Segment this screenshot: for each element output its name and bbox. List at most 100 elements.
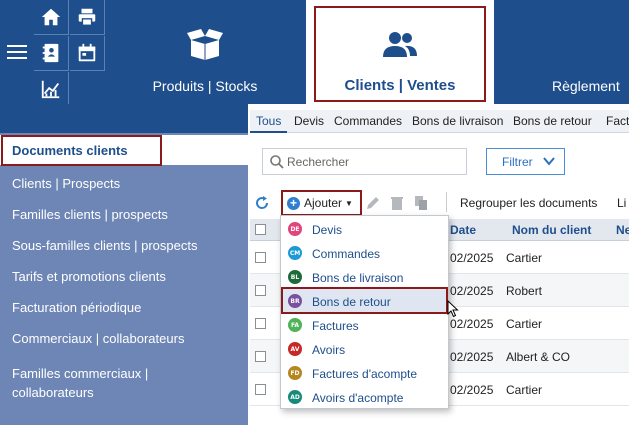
menu-item-label: Avoirs d'acompte <box>312 391 404 405</box>
bons-retour-badge-icon: BR <box>288 294 302 308</box>
row-date: 02/2025 <box>450 251 494 265</box>
menu-item-label: Commandes <box>312 247 381 261</box>
top-bar: Produits | Stocks Clients | Ventes Règle… <box>0 0 629 107</box>
active-tab-indicator <box>250 131 287 133</box>
add-button[interactable]: + Ajouter ▼ <box>287 193 353 213</box>
tab-tous[interactable]: Tous <box>256 114 281 128</box>
sidebar-item-familles-commerciaux[interactable]: Familles commerciaux | <box>12 366 148 381</box>
refresh-icon[interactable] <box>254 195 270 211</box>
sidebar-item-documents-clients-label: Documents clients <box>12 143 128 158</box>
users-icon <box>383 32 417 57</box>
toolbar-more-button[interactable]: Li <box>617 196 626 210</box>
search-input[interactable] <box>287 152 463 172</box>
row-date: 02/2025 <box>450 383 494 397</box>
sidebar-item-tarifs[interactable]: Tarifs et promotions clients <box>12 269 166 284</box>
calendar-icon <box>78 43 96 62</box>
filter-label: Filtrer <box>502 155 533 169</box>
row-checkbox[interactable] <box>255 285 266 296</box>
row-client: Robert <box>506 284 543 298</box>
row-client: Albert & CO <box>506 350 571 364</box>
factures-badge-icon: FA <box>288 318 302 332</box>
menu-item-commandes[interactable]: CM Commandes <box>281 241 448 265</box>
contacts-button[interactable] <box>34 36 69 71</box>
hamburger-icon <box>6 45 27 59</box>
edit-icon[interactable] <box>365 195 381 211</box>
column-date[interactable]: Date <box>450 223 476 237</box>
devis-badge-icon: DE <box>288 222 302 236</box>
statistics-button[interactable] <box>34 72 69 107</box>
sidebar-item-familles-clients[interactable]: Familles clients | prospects <box>12 207 168 222</box>
calendar-button[interactable] <box>70 36 105 71</box>
home-button[interactable] <box>34 0 69 35</box>
tab-commandes[interactable]: Commandes <box>334 114 402 128</box>
delete-icon[interactable] <box>389 195 405 211</box>
home-icon <box>41 8 61 26</box>
search-icon <box>270 155 284 169</box>
column-next[interactable]: Ne <box>616 223 629 237</box>
module-produits-label: Produits | Stocks <box>152 78 258 94</box>
factures-acompte-badge-icon: FD <box>288 366 302 380</box>
menu-item-bons-de-retour[interactable]: BR Bons de retour <box>281 289 448 313</box>
print-button[interactable] <box>70 0 105 35</box>
menu-item-avoirs[interactable]: AV Avoirs <box>281 337 448 361</box>
select-all-checkbox[interactable] <box>255 224 266 235</box>
chevron-down-icon <box>543 157 555 166</box>
chart-icon <box>41 80 60 99</box>
document-tabs: Tous Devis Commandes Bons de livraison B… <box>250 110 629 133</box>
menu-item-devis[interactable]: DE Devis <box>281 217 448 241</box>
quick-access-grid <box>34 0 106 107</box>
menu-item-avoirs-acompte[interactable]: AD Avoirs d'acompte <box>281 385 448 409</box>
menu-item-label: Factures d'acompte <box>312 367 418 381</box>
printer-icon <box>78 8 96 26</box>
box-icon <box>187 29 223 60</box>
duplicate-icon[interactable] <box>413 195 429 211</box>
row-client: Cartier <box>506 251 543 265</box>
regroup-documents-button[interactable]: Regrouper les documents <box>460 196 597 210</box>
module-reglement[interactable]: Règlement <box>552 0 629 104</box>
row-checkbox[interactable] <box>255 351 266 362</box>
search-box[interactable] <box>262 148 467 175</box>
add-dropdown-menu: DE Devis CM Commandes BL Bons de livrais… <box>280 215 449 409</box>
menu-item-factures-acompte[interactable]: FD Factures d'acompte <box>281 361 448 385</box>
tab-bons-de-retour[interactable]: Bons de retour <box>513 114 592 128</box>
menu-button[interactable] <box>0 0 33 104</box>
add-button-label: Ajouter <box>304 196 343 210</box>
module-reglement-label: Règlement <box>552 78 620 94</box>
menu-item-bons-de-livraison[interactable]: BL Bons de livraison <box>281 265 448 289</box>
sidebar-item-facturation-periodique[interactable]: Facturation périodique <box>12 300 141 315</box>
sidebar-item-clients-prospects[interactable]: Clients | Prospects <box>12 176 120 191</box>
tab-devis[interactable]: Devis <box>294 114 324 128</box>
mouse-cursor-icon <box>447 300 459 318</box>
caret-down-icon: ▼ <box>345 198 353 208</box>
menu-item-label: Avoirs <box>312 343 346 357</box>
column-nom-client[interactable]: Nom du client <box>512 223 591 237</box>
menu-item-label: Bons de livraison <box>312 271 404 285</box>
menu-item-label: Bons de retour <box>312 295 391 309</box>
bons-livraison-badge-icon: BL <box>288 270 302 284</box>
row-date: 02/2025 <box>450 317 494 331</box>
module-clients-label: Clients | Ventes <box>344 77 456 94</box>
row-client: Cartier <box>506 317 543 331</box>
row-checkbox[interactable] <box>255 384 266 395</box>
row-checkbox[interactable] <box>255 318 266 329</box>
address-book-icon <box>42 43 59 63</box>
module-produits-stocks[interactable]: Produits | Stocks <box>140 0 270 104</box>
row-date: 02/2025 <box>450 350 494 364</box>
avoirs-acompte-badge-icon: AD <box>288 390 302 404</box>
menu-item-factures[interactable]: FA Factures <box>281 313 448 337</box>
plus-icon: + <box>287 196 300 210</box>
tab-bons-de-livraison[interactable]: Bons de livraison <box>412 114 503 128</box>
sidebar-item-familles-commerciaux-line2[interactable]: collaborateurs <box>12 385 94 400</box>
row-date: 02/2025 <box>450 284 494 298</box>
module-clients-ventes[interactable]: Clients | Ventes <box>306 0 494 104</box>
menu-item-label: Factures <box>312 319 359 333</box>
sidebar-item-commerciaux[interactable]: Commerciaux | collaborateurs <box>12 331 184 346</box>
sidebar-item-sous-familles[interactable]: Sous-familles clients | prospects <box>12 238 197 253</box>
menu-item-label: Devis <box>312 223 343 237</box>
commandes-badge-icon: CM <box>288 246 302 260</box>
tab-factures[interactable]: Fact <box>606 114 629 128</box>
avoirs-badge-icon: AV <box>288 342 302 356</box>
row-checkbox[interactable] <box>255 252 266 263</box>
row-client: Cartier <box>506 383 543 397</box>
filter-button[interactable]: Filtrer <box>486 148 565 175</box>
